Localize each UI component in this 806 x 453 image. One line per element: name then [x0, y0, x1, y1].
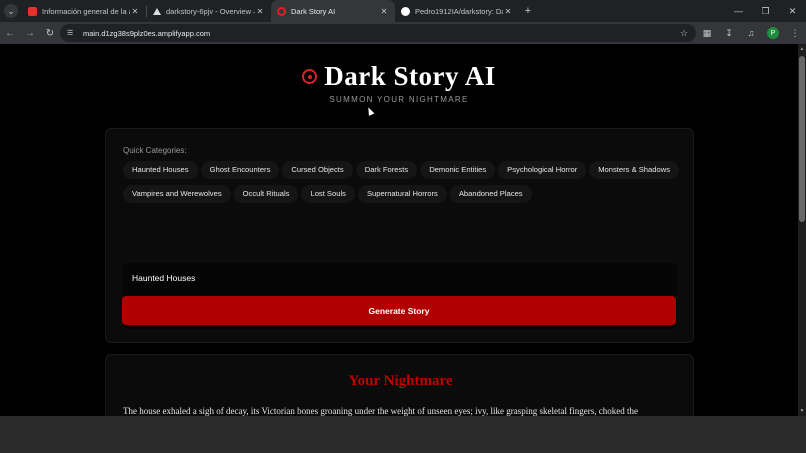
category-chip-dark-forests[interactable]: Dark Forests	[355, 161, 418, 179]
reload-icon: ↻	[45, 27, 55, 39]
category-chip-vampires-werewolves[interactable]: Vampires and Werewolves	[123, 185, 231, 203]
dark-story-favicon-icon	[277, 6, 286, 16]
category-chip-monsters-shadows[interactable]: Monsters & Shadows	[589, 161, 679, 179]
category-chip-abandoned-places[interactable]: Abandoned Places	[449, 185, 532, 203]
app-header: Dark Story AI SUMMON YOUR NIGHTMARE	[0, 61, 798, 104]
forward-button[interactable]: →	[20, 23, 40, 43]
restore-icon[interactable]: ❐	[752, 0, 779, 22]
mouse-cursor-icon	[365, 106, 375, 116]
story-text: The house exhaled a sigh of decay, its V…	[123, 406, 638, 416]
category-chip-demonic-entities[interactable]: Demonic Entities	[420, 161, 496, 179]
arrow-right-icon: →	[25, 27, 35, 39]
category-chip-ghost-encounters[interactable]: Ghost Encounters	[200, 161, 280, 179]
category-chip-haunted-houses[interactable]: Haunted Houses	[123, 161, 198, 179]
browser-tab-strip: ⌄ Información general de la aplic ✕ dark…	[0, 0, 806, 22]
category-chip-supernatural-horrors[interactable]: Supernatural Horrors	[357, 185, 447, 203]
reload-button[interactable]: ↻	[40, 23, 60, 43]
close-icon[interactable]: ✕	[503, 7, 513, 16]
window-controls: — ❐ ✕	[725, 0, 806, 22]
category-chip-lost-souls[interactable]: Lost Souls	[301, 185, 355, 203]
tab-search-button[interactable]: ⌄	[0, 0, 22, 22]
result-title: Your Nightmare	[348, 373, 453, 389]
media-control-icon[interactable]: ♫	[740, 22, 762, 44]
scroll-down-icon[interactable]: ▼	[798, 406, 806, 416]
generate-story-button[interactable]: Generate Story	[122, 296, 676, 325]
scrollbar-thumb[interactable]	[799, 56, 805, 222]
tune-icon[interactable]: ☰	[67, 29, 79, 37]
browser-tab[interactable]: darkstory-6pjv - Overview – Ve ✕	[147, 0, 271, 22]
arrow-left-icon: ←	[5, 27, 15, 39]
star-icon[interactable]: ☆	[680, 28, 688, 39]
minimize-icon[interactable]: —	[725, 0, 752, 22]
github-favicon-icon	[401, 6, 410, 16]
scroll-up-icon[interactable]: ▲	[798, 44, 806, 54]
chip-row: Vampires and Werewolves Occult Rituals L…	[123, 185, 683, 203]
browser-tab-active[interactable]: Dark Story AI ✕	[271, 0, 395, 22]
browser-toolbar: ← → ↻ ☰ main.d1zg38s9plz0es.amplifyapp.c…	[0, 22, 806, 44]
url-text: main.d1zg38s9plz0es.amplifyapp.com	[83, 28, 211, 38]
close-icon[interactable]: ✕	[130, 7, 140, 16]
close-icon[interactable]: ✕	[255, 7, 265, 16]
category-chip-psychological-horror[interactable]: Psychological Horror	[498, 161, 587, 179]
category-chip-list: Haunted Houses Ghost Encounters Cursed O…	[123, 161, 683, 209]
plus-icon: +	[524, 5, 532, 17]
tab-title: Dark Story AI	[291, 6, 336, 16]
category-chip-cursed-objects[interactable]: Cursed Objects	[282, 161, 353, 179]
page-viewport: Dark Story AI SUMMON YOUR NIGHTMARE Quic…	[0, 44, 798, 416]
avatar[interactable]: P	[767, 27, 779, 39]
download-icon[interactable]: ↧	[718, 22, 740, 44]
puzzle-icon[interactable]: ▦	[696, 22, 718, 44]
page-scrollbar[interactable]: ▲ ▼	[798, 44, 806, 416]
tab-title: darkstory-6pjv - Overview – Ve	[166, 6, 255, 16]
browser-tab[interactable]: Pedro1912IA/darkstory: DarkSt ✕	[395, 0, 519, 22]
brand: Dark Story AI	[0, 61, 798, 92]
story-result-panel: Your Nightmare The house exhaled a sigh …	[105, 354, 694, 416]
vercel-favicon-icon	[153, 7, 161, 15]
chip-row: Haunted Houses Ghost Encounters Cursed O…	[123, 161, 683, 179]
target-icon	[302, 69, 318, 84]
amplify-favicon-icon	[28, 6, 37, 16]
tagline: SUMMON YOUR NIGHTMARE	[329, 95, 469, 104]
back-button[interactable]: ←	[0, 23, 20, 43]
close-icon[interactable]: ✕	[379, 7, 389, 16]
more-menu-icon[interactable]: ⋮	[784, 22, 806, 44]
taskbar-area	[0, 416, 806, 453]
new-tab-button[interactable]: +	[519, 0, 537, 22]
category-chip-occult-rituals[interactable]: Occult Rituals	[233, 185, 299, 203]
quick-categories-label: Quick Categories:	[123, 146, 187, 155]
browser-tab[interactable]: Información general de la aplic ✕	[22, 0, 146, 22]
tab-title: Pedro1912IA/darkstory: DarkSt	[415, 6, 503, 16]
tab-title: Información general de la aplic	[42, 6, 130, 16]
generate-story-label: Generate Story	[368, 305, 430, 316]
page-title: Dark Story AI	[324, 61, 496, 91]
toolbar-actions: ▦ ↧ ♫ P ⋮	[696, 22, 806, 44]
address-bar[interactable]: ☰ main.d1zg38s9plz0es.amplifyapp.com ☆	[60, 24, 696, 42]
close-window-icon[interactable]: ✕	[779, 0, 806, 22]
chevron-down-icon: ⌄	[4, 4, 18, 18]
